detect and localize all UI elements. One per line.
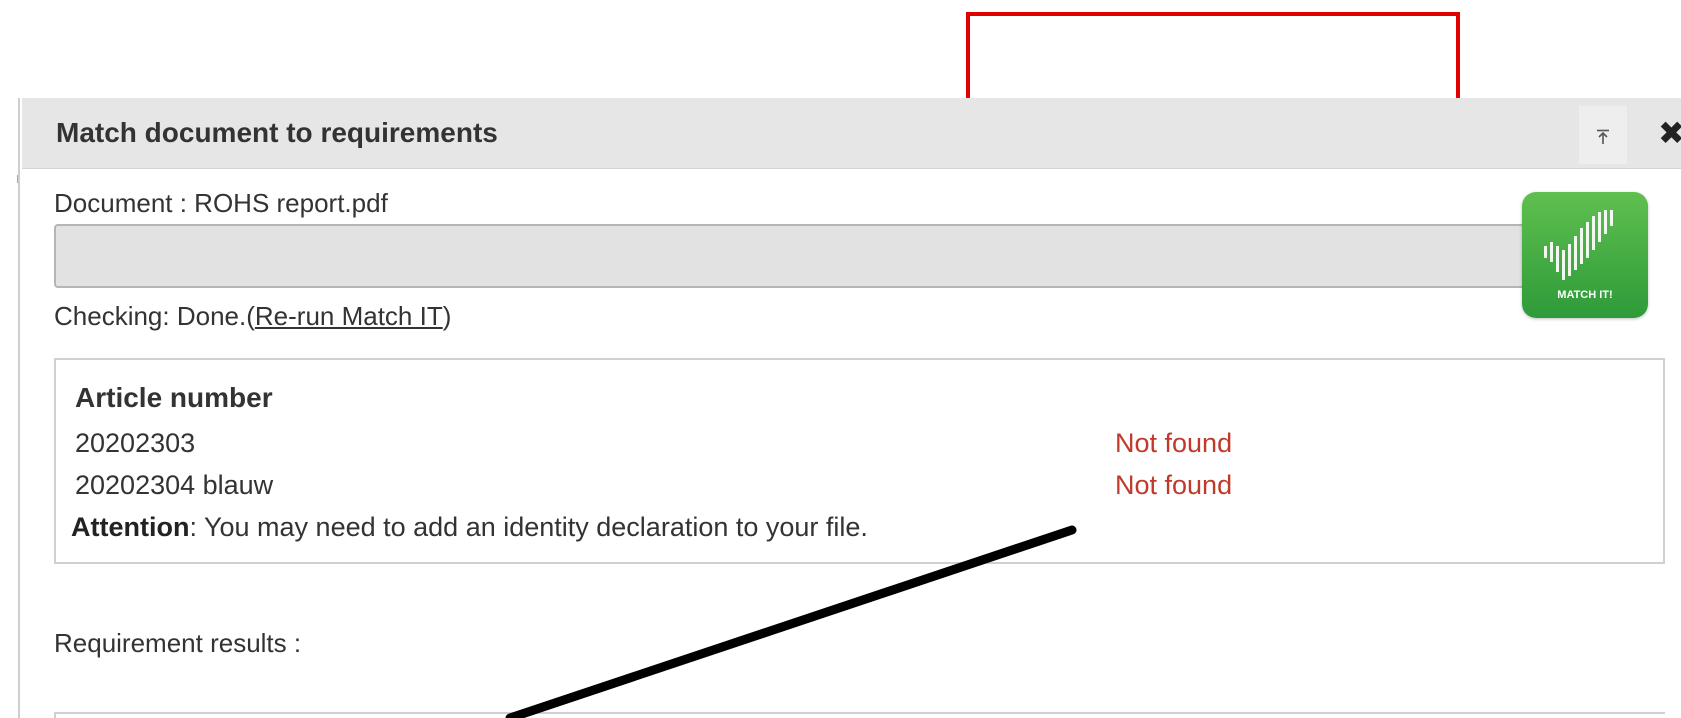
checking-status-text: Checking: Done.( (54, 301, 255, 331)
article-number-heading: Article number (75, 382, 273, 413)
matchit-logo-icon: MATCH IT! (1544, 210, 1613, 301)
close-icon: ✖ (1658, 115, 1681, 151)
article-number-panel: Article number 20202303 Not found 202023… (54, 358, 1665, 564)
attention-label: Attention (71, 512, 190, 542)
match-it-button[interactable]: MATCH IT! (1522, 192, 1648, 318)
annotation-red-frame (966, 12, 1460, 98)
document-name-label: Document : ROHS report.pdf (54, 188, 388, 218)
match-document-dialog: Match document to requirements ✖ Documen… (18, 98, 1681, 718)
attention-message: Attention: You may need to add an identi… (71, 512, 868, 543)
attention-text: : You may need to add an identity declar… (189, 512, 868, 542)
article-status-not-found: Not found (1115, 428, 1233, 458)
article-number-value: 20202303 (75, 428, 196, 458)
article-row: 20202303 Not found (75, 428, 1635, 464)
article-row: 20202304 blauw Not found (75, 470, 1635, 506)
pin-to-top-icon (1597, 129, 1609, 144)
close-button[interactable]: ✖ (1658, 116, 1681, 150)
matchit-logo-text: MATCH IT! (1557, 289, 1612, 301)
pin-button[interactable] (1579, 106, 1627, 164)
dialog-title: Match document to requirements (56, 117, 498, 148)
checking-status: Checking: Done.(Re-run Match IT) (54, 301, 451, 332)
match-progress-bar (54, 224, 1528, 288)
rerun-match-it-link[interactable]: Re-run Match IT (255, 301, 443, 331)
dialog-header: Match document to requirements ✖ (22, 98, 1681, 169)
requirement-results-panel (54, 712, 1665, 718)
requirement-results-label: Requirement results : (54, 628, 302, 658)
checking-status-suffix: ) (442, 301, 452, 331)
article-number-value: 20202304 blauw (75, 470, 274, 500)
screenshot-canvas: Match document to requirements ✖ Documen… (0, 0, 1681, 718)
article-status-not-found: Not found (1115, 470, 1233, 500)
